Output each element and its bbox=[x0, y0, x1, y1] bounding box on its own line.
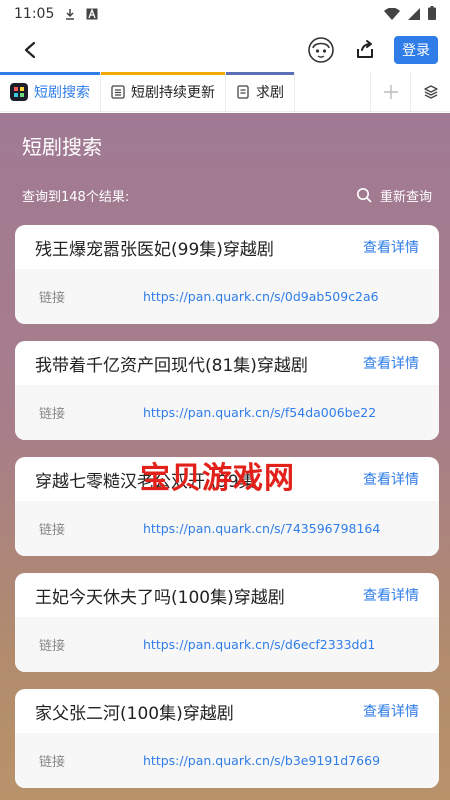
result-card: 我带着千亿资产回现代(81集)穿越剧 查看详情 链接 https://pan.q… bbox=[15, 341, 439, 440]
page-title: 短剧搜索 bbox=[22, 135, 102, 159]
tab-drama-updates[interactable]: 短剧持续更新 bbox=[101, 72, 226, 111]
document-icon bbox=[111, 84, 125, 99]
requery-label: 重新查询 bbox=[379, 189, 432, 205]
result-summary: 查询到148个结果: 重新查询 bbox=[22, 185, 432, 205]
login-button[interactable]: 登录 bbox=[394, 36, 438, 64]
share-link[interactable]: https://pan.quark.cn/s/b3e9191d7669 bbox=[143, 753, 380, 768]
view-details-link[interactable]: 查看详情 bbox=[363, 237, 419, 257]
tab-request[interactable]: 求剧 bbox=[226, 72, 295, 111]
add-tab-button[interactable] bbox=[370, 72, 410, 111]
drama-title: 我带着千亿资产回现代(81集)穿越剧 bbox=[35, 355, 308, 376]
layers-icon bbox=[423, 84, 438, 99]
tab-label: 短剧搜索 bbox=[34, 84, 90, 101]
back-button[interactable] bbox=[12, 32, 48, 68]
share-link[interactable]: https://pan.quark.cn/s/d6ecf2333dd1 bbox=[143, 637, 375, 652]
share-link[interactable]: https://pan.quark.cn/s/f54da006be22 bbox=[143, 405, 376, 420]
assistant-avatar-icon bbox=[308, 37, 334, 63]
view-details-link[interactable]: 查看详情 bbox=[363, 469, 419, 489]
layers-button[interactable] bbox=[410, 72, 450, 111]
status-time: 11:05 bbox=[14, 6, 55, 22]
a-badge-icon bbox=[86, 8, 98, 20]
link-label: 链接 bbox=[39, 639, 66, 654]
search-icon bbox=[356, 188, 372, 203]
back-arrow-icon bbox=[24, 41, 36, 59]
result-card: 家父张二河(100集)穿越剧 查看详情 链接 https://pan.quark… bbox=[15, 689, 439, 788]
view-details-link[interactable]: 查看详情 bbox=[363, 701, 419, 721]
site-watermark: 宝贝游戏网 bbox=[140, 461, 295, 496]
share-link[interactable]: https://pan.quark.cn/s/743596798164 bbox=[143, 521, 380, 536]
assistant-button[interactable] bbox=[306, 35, 336, 65]
signal-icon bbox=[408, 5, 420, 24]
wifi-icon bbox=[384, 5, 400, 24]
link-label: 链接 bbox=[39, 407, 66, 422]
search-results-page: 短剧搜索 查询到148个结果: 重新查询 残王爆宠嚣张医妃(99集)穿越剧 查看… bbox=[0, 113, 450, 800]
share-icon bbox=[357, 40, 373, 58]
plus-icon bbox=[383, 84, 398, 99]
share-link[interactable]: https://pan.quark.cn/s/0d9ab509c2a6 bbox=[143, 289, 379, 304]
top-bar: 登录 bbox=[0, 28, 450, 72]
requery-button[interactable]: 重新查询 bbox=[356, 186, 432, 205]
result-card: 残王爆宠嚣张医妃(99集)穿越剧 查看详情 链接 https://pan.qua… bbox=[15, 225, 439, 324]
drama-title: 家父张二河(100集)穿越剧 bbox=[35, 703, 234, 724]
note-icon bbox=[236, 84, 250, 99]
tab-label: 短剧持续更新 bbox=[131, 84, 215, 101]
tab-accent-bar bbox=[226, 72, 294, 75]
view-details-link[interactable]: 查看详情 bbox=[363, 585, 419, 605]
result-card: 王妃今天休夫了吗(100集)穿越剧 查看详情 链接 https://pan.qu… bbox=[15, 573, 439, 672]
result-count: 查询到148个结果: bbox=[22, 189, 130, 205]
tab-accent-bar bbox=[101, 72, 225, 75]
drama-title: 残王爆宠嚣张医妃(99集)穿越剧 bbox=[35, 239, 274, 260]
share-button[interactable] bbox=[350, 35, 380, 65]
tab-drama-search[interactable]: 短剧搜索 bbox=[0, 72, 101, 111]
tab-bar: 短剧搜索 短剧持续更新 求剧 bbox=[0, 72, 450, 112]
download-icon bbox=[64, 8, 76, 20]
status-bar: 11:05 bbox=[0, 0, 450, 28]
drama-title: 王妃今天休夫了吗(100集)穿越剧 bbox=[35, 587, 285, 608]
link-label: 链接 bbox=[39, 755, 66, 770]
link-label: 链接 bbox=[39, 523, 66, 538]
tab-label: 求剧 bbox=[256, 84, 284, 101]
link-label: 链接 bbox=[39, 291, 66, 306]
drama-app-icon bbox=[10, 82, 28, 101]
battery-icon bbox=[428, 5, 436, 24]
view-details-link[interactable]: 查看详情 bbox=[363, 353, 419, 373]
tab-accent-bar bbox=[0, 72, 100, 75]
